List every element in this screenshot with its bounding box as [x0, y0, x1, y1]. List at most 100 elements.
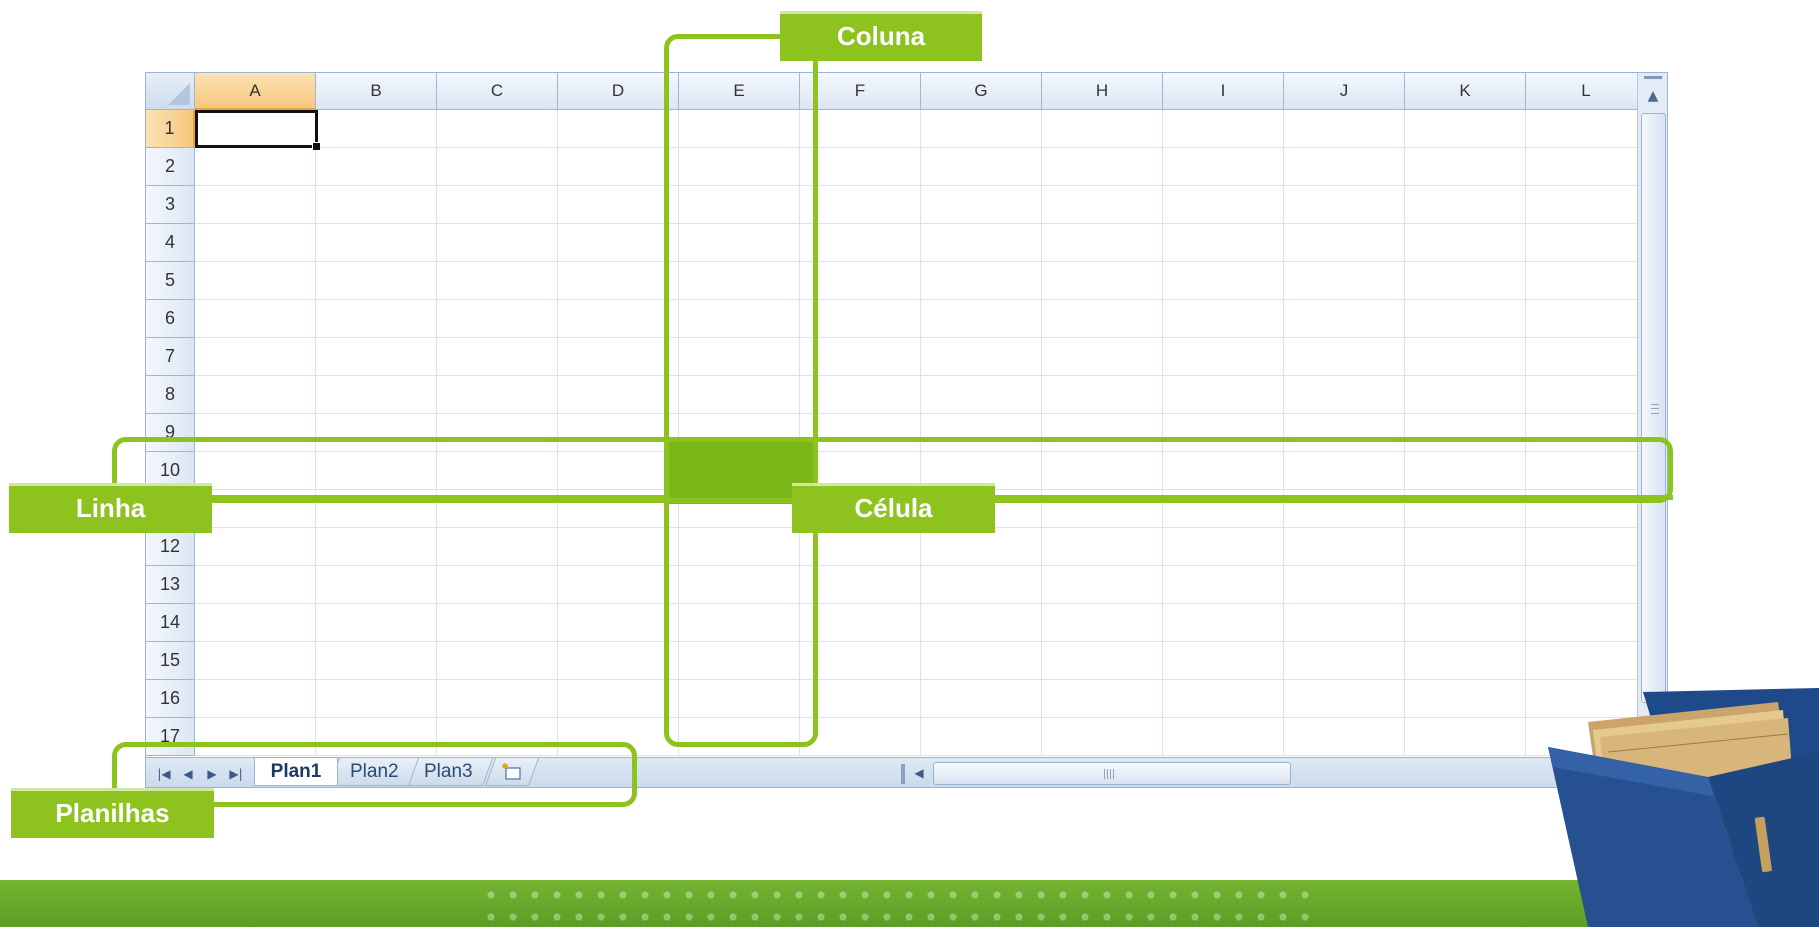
cell-l14[interactable] [1526, 604, 1647, 642]
cell-h15[interactable] [1042, 642, 1163, 680]
cell-g12[interactable] [921, 528, 1042, 566]
cell-e4[interactable] [679, 224, 800, 262]
row-header-16[interactable]: 16 [146, 680, 195, 718]
cell-c13[interactable] [437, 566, 558, 604]
cell-a12[interactable] [195, 528, 316, 566]
cell-i12[interactable] [1163, 528, 1284, 566]
cell-a5[interactable] [195, 262, 316, 300]
cell-l10[interactable] [1526, 452, 1647, 490]
cell-f5[interactable] [800, 262, 921, 300]
cell-i8[interactable] [1163, 376, 1284, 414]
cell-b11[interactable] [316, 490, 437, 528]
cell-c9[interactable] [437, 414, 558, 452]
sheet-tab-plan2[interactable]: Plan2 [328, 758, 420, 786]
column-header-h[interactable]: H [1042, 73, 1163, 110]
cell-h6[interactable] [1042, 300, 1163, 338]
cell-a13[interactable] [195, 566, 316, 604]
cell-d16[interactable] [558, 680, 679, 718]
cell-d7[interactable] [558, 338, 679, 376]
cell-h5[interactable] [1042, 262, 1163, 300]
cell-b12[interactable] [316, 528, 437, 566]
cell-h1[interactable] [1042, 110, 1163, 148]
cell-e14[interactable] [679, 604, 800, 642]
cell-d17[interactable] [558, 718, 679, 756]
cell-f12[interactable] [800, 528, 921, 566]
cell-c3[interactable] [437, 186, 558, 224]
cell-h14[interactable] [1042, 604, 1163, 642]
cell-j5[interactable] [1284, 262, 1405, 300]
cell-h17[interactable] [1042, 718, 1163, 756]
cell-e6[interactable] [679, 300, 800, 338]
cell-e16[interactable] [679, 680, 800, 718]
cell-h3[interactable] [1042, 186, 1163, 224]
cell-h7[interactable] [1042, 338, 1163, 376]
cell-f4[interactable] [800, 224, 921, 262]
cell-l15[interactable] [1526, 642, 1647, 680]
cell-j10[interactable] [1284, 452, 1405, 490]
cell-g4[interactable] [921, 224, 1042, 262]
insert-sheet-button[interactable] [484, 758, 540, 786]
row-header-2[interactable]: 2 [146, 148, 195, 186]
cell-l9[interactable] [1526, 414, 1647, 452]
cell-h16[interactable] [1042, 680, 1163, 718]
cell-l3[interactable] [1526, 186, 1647, 224]
row-header-12[interactable]: 12 [146, 528, 195, 566]
row-header-15[interactable]: 15 [146, 642, 195, 680]
cell-g16[interactable] [921, 680, 1042, 718]
cell-c2[interactable] [437, 148, 558, 186]
cell-k15[interactable] [1405, 642, 1526, 680]
cell-c6[interactable] [437, 300, 558, 338]
cell-l11[interactable] [1526, 490, 1647, 528]
cell-c15[interactable] [437, 642, 558, 680]
cell-k3[interactable] [1405, 186, 1526, 224]
cell-e12[interactable] [679, 528, 800, 566]
prev-sheet-icon[interactable]: ◀ [178, 764, 198, 784]
cell-f1[interactable] [800, 110, 921, 148]
cell-i5[interactable] [1163, 262, 1284, 300]
column-header-f[interactable]: F [800, 73, 921, 110]
cell-e7[interactable] [679, 338, 800, 376]
column-header-b[interactable]: B [316, 73, 437, 110]
tab-split-box[interactable] [901, 764, 905, 784]
cell-h9[interactable] [1042, 414, 1163, 452]
cell-a11[interactable] [195, 490, 316, 528]
cell-k1[interactable] [1405, 110, 1526, 148]
cell-c1[interactable] [437, 110, 558, 148]
cell-c10[interactable] [437, 452, 558, 490]
cell-b8[interactable] [316, 376, 437, 414]
cell-k16[interactable] [1405, 680, 1526, 718]
cell-i11[interactable] [1163, 490, 1284, 528]
cell-b6[interactable] [316, 300, 437, 338]
cell-b15[interactable] [316, 642, 437, 680]
cell-a17[interactable] [195, 718, 316, 756]
cell-l8[interactable] [1526, 376, 1647, 414]
cell-k10[interactable] [1405, 452, 1526, 490]
cell-a10[interactable] [195, 452, 316, 490]
cell-d13[interactable] [558, 566, 679, 604]
column-header-j[interactable]: J [1284, 73, 1405, 110]
horizontal-scrollbar[interactable]: ◀ [901, 761, 1391, 786]
cell-l5[interactable] [1526, 262, 1647, 300]
cell-e2[interactable] [679, 148, 800, 186]
cell-c7[interactable] [437, 338, 558, 376]
cell-h4[interactable] [1042, 224, 1163, 262]
cell-f13[interactable] [800, 566, 921, 604]
cell-l12[interactable] [1526, 528, 1647, 566]
cell-d9[interactable] [558, 414, 679, 452]
cell-e13[interactable] [679, 566, 800, 604]
cell-k5[interactable] [1405, 262, 1526, 300]
row-header-14[interactable]: 14 [146, 604, 195, 642]
cell-d3[interactable] [558, 186, 679, 224]
row-header-5[interactable]: 5 [146, 262, 195, 300]
cell-j13[interactable] [1284, 566, 1405, 604]
cell-h8[interactable] [1042, 376, 1163, 414]
cell-l4[interactable] [1526, 224, 1647, 262]
cell-j6[interactable] [1284, 300, 1405, 338]
cell-i3[interactable] [1163, 186, 1284, 224]
cell-g3[interactable] [921, 186, 1042, 224]
cell-a7[interactable] [195, 338, 316, 376]
cell-l1[interactable] [1526, 110, 1647, 148]
cell-b16[interactable] [316, 680, 437, 718]
cell-j3[interactable] [1284, 186, 1405, 224]
cell-a15[interactable] [195, 642, 316, 680]
